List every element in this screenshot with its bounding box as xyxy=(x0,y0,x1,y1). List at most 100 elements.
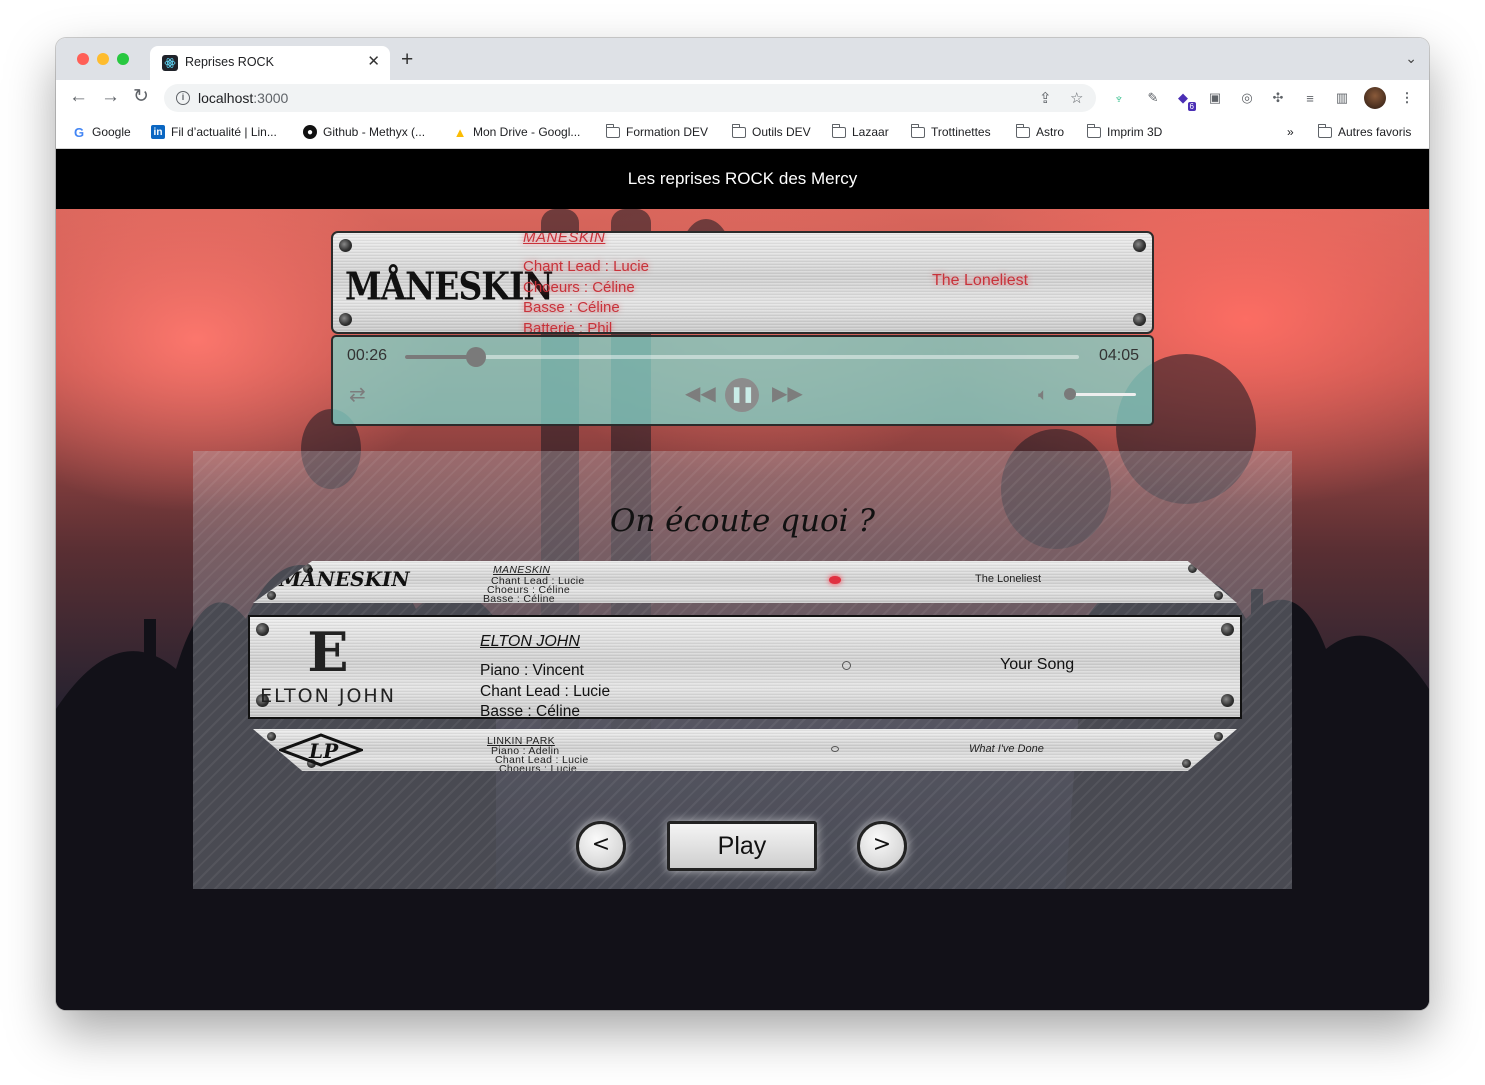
play-button[interactable]: Play xyxy=(667,821,817,871)
next-song-card[interactable]: LP LINKIN PARK Piano : Adelin Chant Lead… xyxy=(253,729,1237,771)
address-bar[interactable]: i localhost:3000 ⇪ ☆ xyxy=(164,84,1096,112)
bookmark-lazaar[interactable]: Lazaar xyxy=(831,123,889,141)
select-radio[interactable] xyxy=(831,746,839,752)
forward-button[interactable]: → xyxy=(101,86,120,108)
volume-slider[interactable] xyxy=(1066,393,1136,396)
logo-letter: E xyxy=(307,620,349,684)
bookmark-star-icon[interactable]: ☆ xyxy=(1070,89,1083,107)
previous-song-card[interactable]: MÅNESKIN MANESKIN Chant Lead : Lucie Cho… xyxy=(253,561,1237,603)
select-radio[interactable] xyxy=(842,661,851,670)
tab-close-icon[interactable]: ✕ xyxy=(367,52,380,72)
bookmark-label: Autres favoris xyxy=(1338,125,1412,139)
previous-song-button[interactable]: < xyxy=(576,821,626,871)
back-button[interactable]: ← xyxy=(69,86,88,108)
song-selector: On écoute quoi ? MÅNESKIN MANESKIN Chant… xyxy=(193,451,1292,889)
site-info-icon[interactable]: i xyxy=(176,91,190,105)
selector-heading: On écoute quoi ? xyxy=(609,503,876,539)
folder-icon xyxy=(910,123,925,138)
now-playing-card: MÅNESKIN MANESKIN Chant Lead : Lucie Cho… xyxy=(331,231,1154,334)
bookmark-trottinettes[interactable]: Trottinettes xyxy=(910,123,991,141)
linkedin-icon: in xyxy=(151,125,165,139)
elapsed-time: 00:26 xyxy=(347,347,388,364)
band-logo: MÅNESKIN xyxy=(279,567,410,591)
folder-icon xyxy=(1086,123,1101,138)
extension-eyedropper-icon[interactable]: ✎ xyxy=(1144,89,1162,107)
shuffle-icon[interactable]: ⇄ xyxy=(349,384,366,406)
screw-icon xyxy=(1133,239,1146,252)
bookmarks-bar: G Google in Fil d’actualité | Lin... ● G… xyxy=(56,116,1429,149)
bookmark-imprim-3d[interactable]: Imprim 3D xyxy=(1086,123,1163,141)
bookmark-linkedin[interactable]: in Fil d’actualité | Lin... xyxy=(151,123,277,141)
extension-tree-icon[interactable]: ♆ xyxy=(1110,89,1128,107)
new-tab-button[interactable]: + xyxy=(401,49,413,71)
react-icon xyxy=(162,55,178,71)
next-song-button[interactable]: > xyxy=(857,821,907,871)
musician-line: Chant Lead : Lucie xyxy=(480,682,611,700)
folder-icon xyxy=(731,123,746,138)
bookmark-label: Lazaar xyxy=(852,125,889,139)
band-name: MANESKIN xyxy=(523,231,606,246)
current-song-card[interactable]: E ELTON JOHN ELTON JOHN Piano : Vincent … xyxy=(248,615,1242,720)
more-bookmarks-button[interactable]: » xyxy=(1287,123,1294,141)
progress-handle[interactable] xyxy=(466,347,487,367)
musician-list: Piano : Vincent Chant Lead : Lucie Basse… xyxy=(480,661,610,723)
share-icon[interactable]: ⇪ xyxy=(1039,89,1052,107)
linkin-park-logo-icon: LP xyxy=(279,733,363,767)
extension-badge: 6 xyxy=(1187,102,1196,111)
musician-list: Chant Lead : Lucie Choeurs : Céline Bass… xyxy=(523,257,649,334)
drive-icon: ▲ xyxy=(453,124,467,140)
bookmark-label: Outils DEV xyxy=(752,125,811,139)
bookmark-label: Fil d’actualité | Lin... xyxy=(171,125,277,139)
extension-compass-icon[interactable]: ◎ xyxy=(1238,89,1256,107)
screw-icon xyxy=(1214,732,1223,741)
side-panel-icon[interactable]: ▥ xyxy=(1333,89,1351,107)
fast-forward-icon[interactable]: ▶▶ xyxy=(772,383,803,405)
logo-name: ELTON JOHN xyxy=(260,685,396,707)
bookmark-autres-favoris[interactable]: Autres favoris xyxy=(1317,123,1412,141)
song-title: The Loneliest xyxy=(932,272,1029,289)
browser-menu-icon[interactable]: ⋮ xyxy=(1398,89,1416,107)
tab-title: Reprises ROCK xyxy=(185,55,274,69)
screw-icon xyxy=(267,591,276,600)
bookmark-label: Github - Methyx (... xyxy=(323,125,426,139)
band-logo: MÅNESKIN xyxy=(345,264,554,309)
url-port: :3000 xyxy=(253,90,289,106)
progress-slider[interactable] xyxy=(405,347,1079,367)
folder-icon xyxy=(1015,123,1030,138)
close-window-button[interactable] xyxy=(77,53,89,65)
extension-image-icon[interactable]: ▣ xyxy=(1206,89,1224,107)
tab-reprises-rock[interactable]: Reprises ROCK ✕ xyxy=(150,46,390,80)
extensions-puzzle-icon[interactable]: ✣ xyxy=(1269,89,1287,107)
bookmark-astro[interactable]: Astro xyxy=(1015,123,1064,141)
musician-line: Batterie : Phil xyxy=(523,319,613,334)
musician-line: Choeurs : Lucie xyxy=(499,763,578,775)
screw-icon xyxy=(267,732,276,741)
mute-icon[interactable]: 🔈︎ xyxy=(1038,384,1048,406)
bookmark-label: Formation DEV xyxy=(626,125,709,139)
volume-handle[interactable] xyxy=(1064,388,1076,400)
screw-icon xyxy=(1214,591,1223,600)
bookmark-google[interactable]: G Google xyxy=(72,123,131,141)
bookmark-label: Mon Drive - Googl... xyxy=(473,125,581,139)
reload-button[interactable]: ↻ xyxy=(133,86,149,108)
media-queue-icon[interactable]: ≡ xyxy=(1301,89,1319,107)
bookmark-github[interactable]: ● Github - Methyx (... xyxy=(303,123,425,141)
site-title: Les reprises ROCK des Mercy xyxy=(627,169,858,188)
screw-icon xyxy=(1221,694,1234,707)
folder-icon xyxy=(1317,123,1332,138)
song-title: The Loneliest xyxy=(975,573,1042,585)
musician-line: Basse : Céline xyxy=(523,299,620,316)
rewind-icon[interactable]: ◀◀ xyxy=(685,383,716,405)
band-name: ELTON JOHN xyxy=(480,633,580,650)
extension-graduation-icon[interactable]: ◆ 6 xyxy=(1174,89,1196,111)
zoom-window-button[interactable] xyxy=(117,53,129,65)
bookmark-outils-dev[interactable]: Outils DEV xyxy=(731,123,811,141)
bookmark-formation-dev[interactable]: Formation DEV xyxy=(605,123,709,141)
profile-avatar[interactable] xyxy=(1364,87,1386,109)
bookmark-label: Google xyxy=(92,125,131,139)
bookmark-label: Imprim 3D xyxy=(1107,125,1163,139)
minimize-window-button[interactable] xyxy=(97,53,109,65)
bookmark-drive[interactable]: ▲ Mon Drive - Googl... xyxy=(453,123,581,141)
pause-button[interactable]: ❚❚ xyxy=(725,378,759,412)
tab-search-chevron-icon[interactable]: ⌄ xyxy=(1405,50,1417,67)
